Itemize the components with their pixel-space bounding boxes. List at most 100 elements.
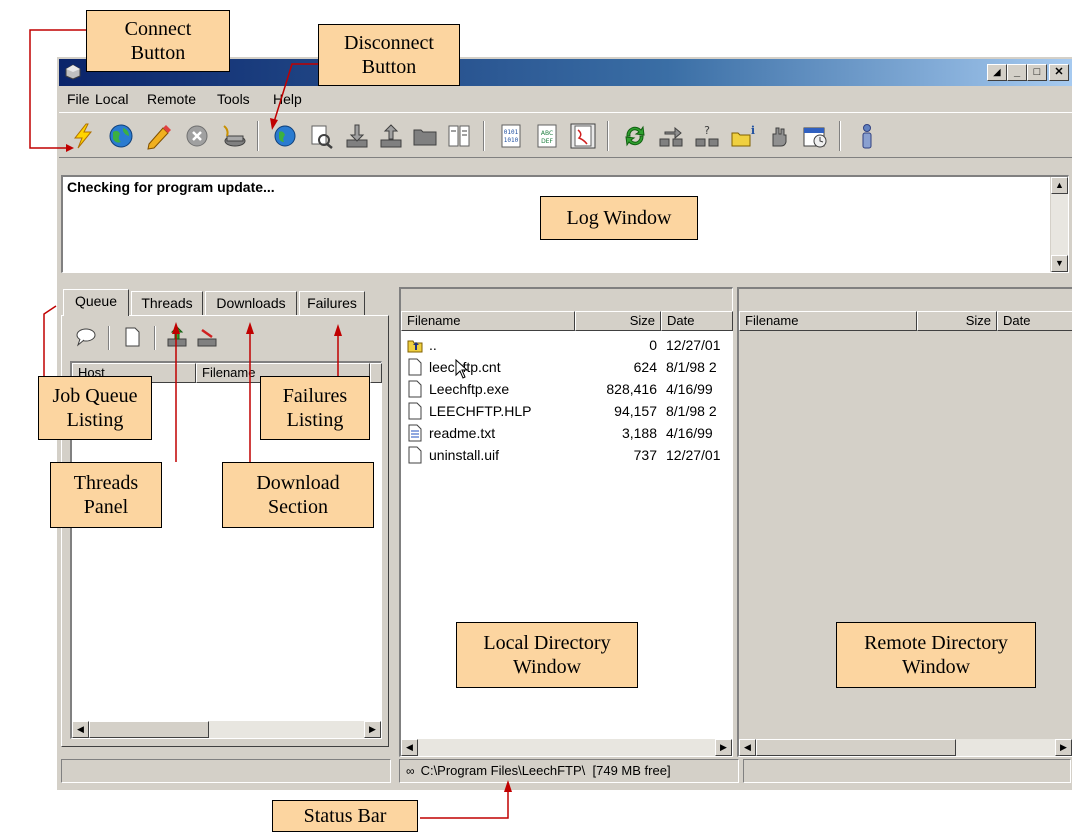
file-row[interactable]: uninstall.uif 737 12/27/01 <box>401 445 732 466</box>
column-header-more[interactable] <box>370 363 382 383</box>
column-label: Filename <box>407 313 461 328</box>
callout-text: Disconnect Button <box>344 32 434 78</box>
close-button[interactable]: ✕ <box>1049 64 1069 81</box>
tab-threads[interactable]: Threads <box>131 291 203 315</box>
scroll-left-arrow[interactable]: ◀ <box>72 721 89 738</box>
callout-text: Remote Directory Window <box>864 632 1008 678</box>
info-icon[interactable] <box>853 122 881 150</box>
scroll-left-arrow[interactable]: ◀ <box>739 739 756 756</box>
remote-column-date[interactable]: Date <box>997 311 1072 331</box>
remote-column-filename[interactable]: Filename <box>739 311 917 331</box>
callout-status-bar: Status Bar <box>272 800 418 832</box>
remote-column-size[interactable]: Size <box>917 311 997 331</box>
hand-icon[interactable] <box>765 122 793 150</box>
menu-file[interactable]: File <box>67 91 90 107</box>
scroll-thumb[interactable] <box>756 739 956 756</box>
tab-failures[interactable]: Failures <box>299 291 365 315</box>
local-hscrollbar[interactable]: ◀ ▶ <box>401 739 732 756</box>
column-label: Filename <box>745 313 799 328</box>
menu-remote[interactable]: Remote <box>147 91 196 107</box>
tab-label: Downloads <box>216 295 286 311</box>
scroll-up-arrow[interactable]: ▲ <box>1051 177 1068 194</box>
file-date: 4/16/99 <box>666 381 713 397</box>
queue-delete-icon[interactable] <box>196 326 220 348</box>
folder-info-icon[interactable]: i <box>729 122 757 150</box>
file-date: 4/16/99 <box>666 425 713 441</box>
file-size: 3,188 <box>621 425 657 441</box>
toolbar-separator <box>839 121 841 151</box>
log-text: Checking for program update... <box>67 179 275 195</box>
svg-text:1010: 1010 <box>504 137 519 144</box>
file-row[interactable]: leechftp.cnt 624 8/1/98 2 <box>401 357 732 378</box>
scroll-left-arrow[interactable]: ◀ <box>401 739 418 756</box>
folder-icon[interactable] <box>411 122 439 150</box>
callout-text: Status Bar <box>303 805 387 827</box>
file-row[interactable]: Leechftp.exe 828,416 4/16/99 <box>401 379 732 400</box>
maximize-icon: □ <box>1033 66 1041 78</box>
arrow-right-icon: ▶ <box>369 724 376 734</box>
scroll-right-arrow[interactable]: ▶ <box>364 721 381 738</box>
disconnect-icon[interactable] <box>219 122 247 150</box>
connect-lightning-icon[interactable] <box>69 122 97 150</box>
minimize-button[interactable]: _ <box>1007 64 1027 81</box>
status-free-space: [749 MB free] <box>592 763 671 778</box>
scheduler-icon[interactable] <box>801 122 829 150</box>
file-icon <box>408 358 422 376</box>
svg-text:DEF: DEF <box>541 138 553 145</box>
status-panel-right <box>743 759 1071 783</box>
scroll-down-arrow[interactable]: ▼ <box>1051 255 1068 272</box>
stop-icon[interactable] <box>183 122 211 150</box>
menu-local[interactable]: Local <box>95 91 128 107</box>
remote-hscrollbar[interactable]: ◀ ▶ <box>739 739 1072 756</box>
callout-text: Connect Button <box>124 18 192 64</box>
properties-icon[interactable] <box>445 122 473 150</box>
new-file-icon[interactable] <box>120 326 144 348</box>
file-row[interactable]: .. 0 12/27/01 <box>401 335 732 356</box>
auto-mode-icon[interactable] <box>569 122 597 150</box>
log-scrollbar[interactable]: ▲ ▼ <box>1050 177 1068 272</box>
job-queue-leader-line <box>43 305 57 376</box>
globe-refresh-icon[interactable] <box>271 122 299 150</box>
menu-help[interactable]: Help <box>273 91 302 107</box>
file-date: 12/27/01 <box>666 447 721 463</box>
globe-icon[interactable] <box>107 122 135 150</box>
file-icon <box>408 446 422 464</box>
ascii-mode-icon[interactable]: ABC DEF <box>533 122 561 150</box>
bookmark-pencil-icon[interactable] <box>145 122 173 150</box>
local-column-filename[interactable]: Filename <box>401 311 575 331</box>
transfer-icon[interactable] <box>657 122 685 150</box>
maximize-button[interactable]: □ <box>1027 64 1047 81</box>
tab-downloads[interactable]: Downloads <box>205 291 297 315</box>
column-label: Filename <box>202 365 256 380</box>
download-icon[interactable] <box>343 122 371 150</box>
status-path: C:\Program Files\LeechFTP\ <box>420 763 586 778</box>
scroll-right-arrow[interactable]: ▶ <box>715 739 732 756</box>
callout-local-directory-window: Local Directory Window <box>456 622 638 688</box>
refresh-icon[interactable] <box>621 122 649 150</box>
scroll-thumb[interactable] <box>89 721 209 738</box>
menu-tools[interactable]: Tools <box>217 91 250 107</box>
chat-bubble-icon[interactable] <box>74 326 98 348</box>
tab-queue[interactable]: Queue <box>63 289 129 316</box>
file-date: 8/1/98 2 <box>666 403 717 419</box>
binary-mode-icon[interactable]: 0101 1010 <box>497 122 525 150</box>
file-row[interactable]: readme.txt 3,188 4/16/99 <box>401 423 732 444</box>
callout-remote-directory-window: Remote Directory Window <box>836 622 1036 688</box>
upload-icon[interactable] <box>377 122 405 150</box>
file-row[interactable]: LEECHFTP.HLP 94,157 8/1/98 2 <box>401 401 732 422</box>
local-column-size[interactable]: Size <box>575 311 661 331</box>
scroll-right-arrow[interactable]: ▶ <box>1055 739 1072 756</box>
column-label: Date <box>667 313 695 328</box>
compare-icon[interactable]: ? <box>693 122 721 150</box>
queue-hscrollbar[interactable]: ◀ ▶ <box>72 721 381 738</box>
view-document-icon[interactable] <box>307 122 335 150</box>
local-column-date[interactable]: Date <box>661 311 733 331</box>
toolbar-separator <box>257 121 259 151</box>
file-date: 12/27/01 <box>666 337 721 353</box>
arrow-up-icon: ▲ <box>1055 180 1064 190</box>
tab-label: Threads <box>141 295 193 311</box>
restore-button[interactable]: ◢ <box>987 64 1007 81</box>
callout-text: Threads Panel <box>73 472 139 518</box>
queue-upload-icon[interactable] <box>166 326 190 348</box>
restore-icon: ◢ <box>993 67 1001 77</box>
